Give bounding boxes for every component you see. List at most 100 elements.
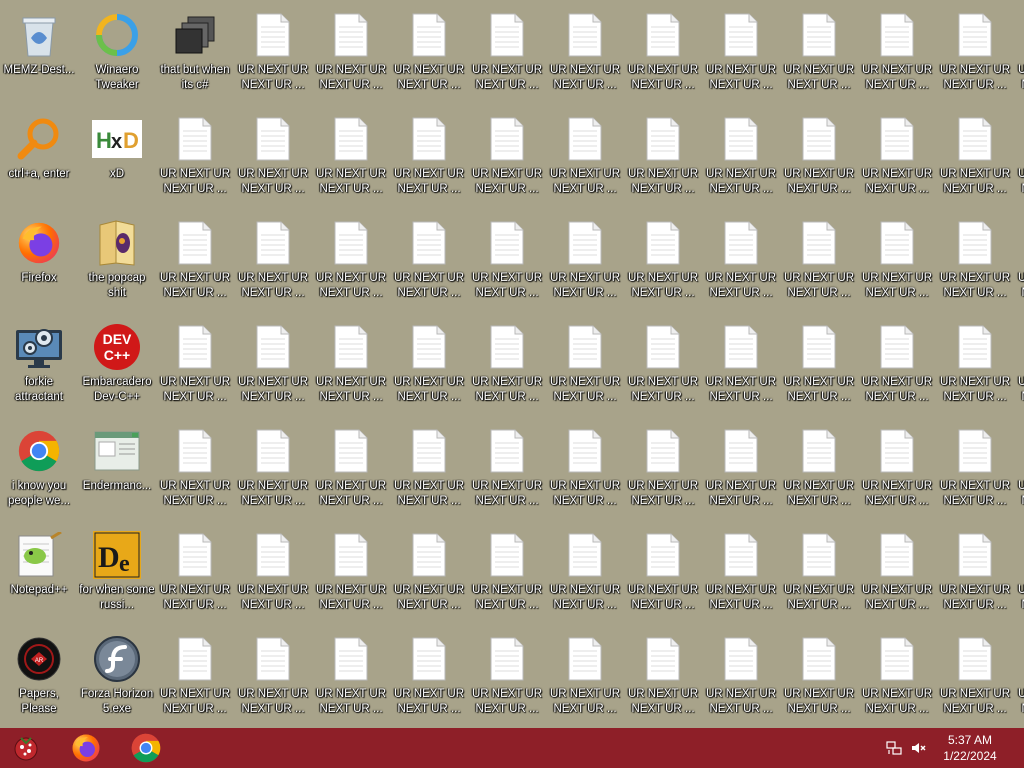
clock[interactable]: 5:37 AM 1/22/2024	[930, 732, 1010, 764]
text-file-shortcut[interactable]: UR NEXT UR NEXT UR ...	[624, 4, 702, 108]
text-file-shortcut[interactable]: UR NEXT UR NEXT UR ...	[234, 4, 312, 108]
desktop-icon[interactable]: DEV C++ Embarcadero Dev-C++	[78, 316, 156, 420]
text-file-shortcut[interactable]: UR NEXT UR NEXT UR ...	[702, 4, 780, 108]
text-file-shortcut[interactable]: UR NEXT UR NEXT UR ...	[858, 108, 936, 212]
text-file-shortcut[interactable]: UR NEXT UR NEXT UR ...	[858, 4, 936, 108]
text-file-shortcut[interactable]: UR NEXT UR NEXT UR ...	[624, 108, 702, 212]
text-file-shortcut[interactable]: UR NEXT UR NEXT UR ...	[468, 212, 546, 316]
text-file-shortcut[interactable]: UR NEXT UR NEXT UR ...	[858, 316, 936, 420]
text-file-shortcut[interactable]: UR NEXT UR NEXT UR ...	[780, 316, 858, 420]
text-file-shortcut[interactable]: UR NEXT UR NEXT UR ...	[390, 420, 468, 524]
text-file-shortcut[interactable]: UR NEXT UR NEXT UR ...	[546, 628, 624, 728]
text-file-shortcut[interactable]: UR NEXT UR NEXT UR ...	[624, 212, 702, 316]
text-file-shortcut[interactable]: UR NEXT UR NEXT UR ...	[1014, 108, 1024, 212]
text-file-shortcut[interactable]: UR NEXT UR NEXT UR ...	[234, 420, 312, 524]
text-file-shortcut[interactable]: UR NEXT UR NEXT UR ...	[858, 420, 936, 524]
text-file-shortcut[interactable]: UR NEXT UR NEXT UR ...	[1014, 212, 1024, 316]
text-file-shortcut[interactable]: UR NEXT UR NEXT UR ...	[780, 524, 858, 628]
text-file-shortcut[interactable]: UR NEXT UR NEXT UR ...	[312, 420, 390, 524]
desktop-icon[interactable]: Endermanc...	[78, 420, 156, 524]
desktop-icon[interactable]: AR Papers, Please	[0, 628, 78, 728]
text-file-shortcut[interactable]: UR NEXT UR NEXT UR ...	[702, 420, 780, 524]
text-file-shortcut[interactable]: UR NEXT UR NEXT UR ...	[1014, 420, 1024, 524]
text-file-shortcut[interactable]: UR NEXT UR NEXT UR ...	[156, 108, 234, 212]
text-file-shortcut[interactable]: UR NEXT UR NEXT UR ...	[312, 4, 390, 108]
text-file-shortcut[interactable]: UR NEXT UR NEXT UR ...	[780, 108, 858, 212]
desktop-icon[interactable]: Notepad++	[0, 524, 78, 628]
text-file-shortcut[interactable]: UR NEXT UR NEXT UR ...	[234, 212, 312, 316]
text-file-shortcut[interactable]: UR NEXT UR NEXT UR ...	[546, 108, 624, 212]
text-file-shortcut[interactable]: UR NEXT UR NEXT UR ...	[546, 524, 624, 628]
volume-muted-icon[interactable]	[910, 740, 926, 756]
text-file-shortcut[interactable]: UR NEXT UR NEXT UR ...	[546, 212, 624, 316]
text-file-shortcut[interactable]: UR NEXT UR NEXT UR ...	[156, 420, 234, 524]
text-file-shortcut[interactable]: UR NEXT UR NEXT UR ...	[624, 316, 702, 420]
text-file-shortcut[interactable]: UR NEXT UR NEXT UR ...	[390, 108, 468, 212]
text-file-shortcut[interactable]: UR NEXT UR NEXT UR ...	[390, 212, 468, 316]
text-file-shortcut[interactable]: UR NEXT UR NEXT UR ...	[468, 524, 546, 628]
text-file-shortcut[interactable]: UR NEXT UR NEXT UR ...	[936, 108, 1014, 212]
text-file-shortcut[interactable]: UR NEXT UR NEXT UR ...	[156, 628, 234, 728]
text-file-shortcut[interactable]: UR NEXT UR NEXT UR ...	[312, 212, 390, 316]
text-file-shortcut[interactable]: UR NEXT UR NEXT UR ...	[234, 108, 312, 212]
text-file-shortcut[interactable]: UR NEXT UR NEXT UR ...	[390, 628, 468, 728]
text-file-shortcut[interactable]: UR NEXT UR NEXT UR ...	[1014, 628, 1024, 728]
desktop-icon[interactable]: i know you people we...	[0, 420, 78, 524]
text-file-shortcut[interactable]: UR NEXT UR NEXT UR ...	[1014, 316, 1024, 420]
text-file-shortcut[interactable]: UR NEXT UR NEXT UR ...	[936, 316, 1014, 420]
desktop[interactable]: MEMZ-Dest... Winaero Tweaker that but when…	[0, 0, 1024, 728]
text-file-shortcut[interactable]: UR NEXT UR NEXT UR ...	[234, 628, 312, 728]
text-file-shortcut[interactable]: UR NEXT UR NEXT UR ...	[390, 4, 468, 108]
text-file-shortcut[interactable]: UR NEXT UR NEXT UR ...	[624, 420, 702, 524]
text-file-shortcut[interactable]: UR NEXT UR NEXT UR ...	[702, 108, 780, 212]
text-file-shortcut[interactable]: UR NEXT UR NEXT UR ...	[468, 4, 546, 108]
text-file-shortcut[interactable]: UR NEXT UR NEXT UR ...	[780, 420, 858, 524]
desktop-icon[interactable]: ctrl+a, enter	[0, 108, 78, 212]
text-file-shortcut[interactable]: UR NEXT UR NEXT UR ...	[858, 212, 936, 316]
text-file-shortcut[interactable]: UR NEXT UR NEXT UR ...	[780, 628, 858, 728]
text-file-shortcut[interactable]: UR NEXT UR NEXT UR ...	[312, 628, 390, 728]
desktop-icon[interactable]: Firefox	[0, 212, 78, 316]
text-file-shortcut[interactable]: UR NEXT UR NEXT UR ...	[390, 316, 468, 420]
desktop-icon[interactable]: Hx DxD	[78, 108, 156, 212]
text-file-shortcut[interactable]: UR NEXT UR NEXT UR ...	[546, 316, 624, 420]
text-file-shortcut[interactable]: UR NEXT UR NEXT UR ...	[936, 420, 1014, 524]
text-file-shortcut[interactable]: UR NEXT UR NEXT UR ...	[936, 628, 1014, 728]
desktop-icon[interactable]: De for when some russi...	[78, 524, 156, 628]
text-file-shortcut[interactable]: UR NEXT UR NEXT UR ...	[156, 316, 234, 420]
text-file-shortcut[interactable]: UR NEXT UR NEXT UR ...	[1014, 4, 1024, 108]
desktop-icon[interactable]: Forza Horizon 5.exe	[78, 628, 156, 728]
desktop-icon[interactable]: MEMZ-Dest...	[0, 4, 78, 108]
text-file-shortcut[interactable]: UR NEXT UR NEXT UR ...	[546, 4, 624, 108]
desktop-icon[interactable]: the popcap shit	[78, 212, 156, 316]
text-file-shortcut[interactable]: UR NEXT UR NEXT UR ...	[624, 524, 702, 628]
network-icon[interactable]	[886, 740, 902, 756]
text-file-shortcut[interactable]: UR NEXT UR NEXT UR ...	[468, 316, 546, 420]
text-file-shortcut[interactable]: UR NEXT UR NEXT UR ...	[702, 628, 780, 728]
text-file-shortcut[interactable]: UR NEXT UR NEXT UR ...	[858, 628, 936, 728]
text-file-shortcut[interactable]: UR NEXT UR NEXT UR ...	[702, 316, 780, 420]
taskbar-chrome[interactable]	[120, 728, 172, 768]
taskbar-firefox[interactable]	[60, 728, 112, 768]
text-file-shortcut[interactable]: UR NEXT UR NEXT UR ...	[780, 4, 858, 108]
text-file-shortcut[interactable]: UR NEXT UR NEXT UR ...	[234, 316, 312, 420]
desktop-icon[interactable]: that but when its c#	[156, 4, 234, 108]
desktop-icon[interactable]: forkie attractant	[0, 316, 78, 420]
start-button[interactable]	[0, 728, 52, 768]
text-file-shortcut[interactable]: UR NEXT UR NEXT UR ...	[156, 524, 234, 628]
text-file-shortcut[interactable]: UR NEXT UR NEXT UR ...	[624, 628, 702, 728]
text-file-shortcut[interactable]: UR NEXT UR NEXT UR ...	[468, 628, 546, 728]
text-file-shortcut[interactable]: UR NEXT UR NEXT UR ...	[546, 420, 624, 524]
text-file-shortcut[interactable]: UR NEXT UR NEXT UR ...	[390, 524, 468, 628]
text-file-shortcut[interactable]: UR NEXT UR NEXT UR ...	[780, 212, 858, 316]
text-file-shortcut[interactable]: UR NEXT UR NEXT UR ...	[234, 524, 312, 628]
text-file-shortcut[interactable]: UR NEXT UR NEXT UR ...	[312, 524, 390, 628]
text-file-shortcut[interactable]: UR NEXT UR NEXT UR ...	[312, 108, 390, 212]
text-file-shortcut[interactable]: UR NEXT UR NEXT UR ...	[702, 212, 780, 316]
text-file-shortcut[interactable]: UR NEXT UR NEXT UR ...	[702, 524, 780, 628]
text-file-shortcut[interactable]: UR NEXT UR NEXT UR ...	[156, 212, 234, 316]
desktop-icon[interactable]: Winaero Tweaker	[78, 4, 156, 108]
text-file-shortcut[interactable]: UR NEXT UR NEXT UR ...	[312, 316, 390, 420]
text-file-shortcut[interactable]: UR NEXT UR NEXT UR ...	[936, 212, 1014, 316]
text-file-shortcut[interactable]: UR NEXT UR NEXT UR ...	[936, 524, 1014, 628]
